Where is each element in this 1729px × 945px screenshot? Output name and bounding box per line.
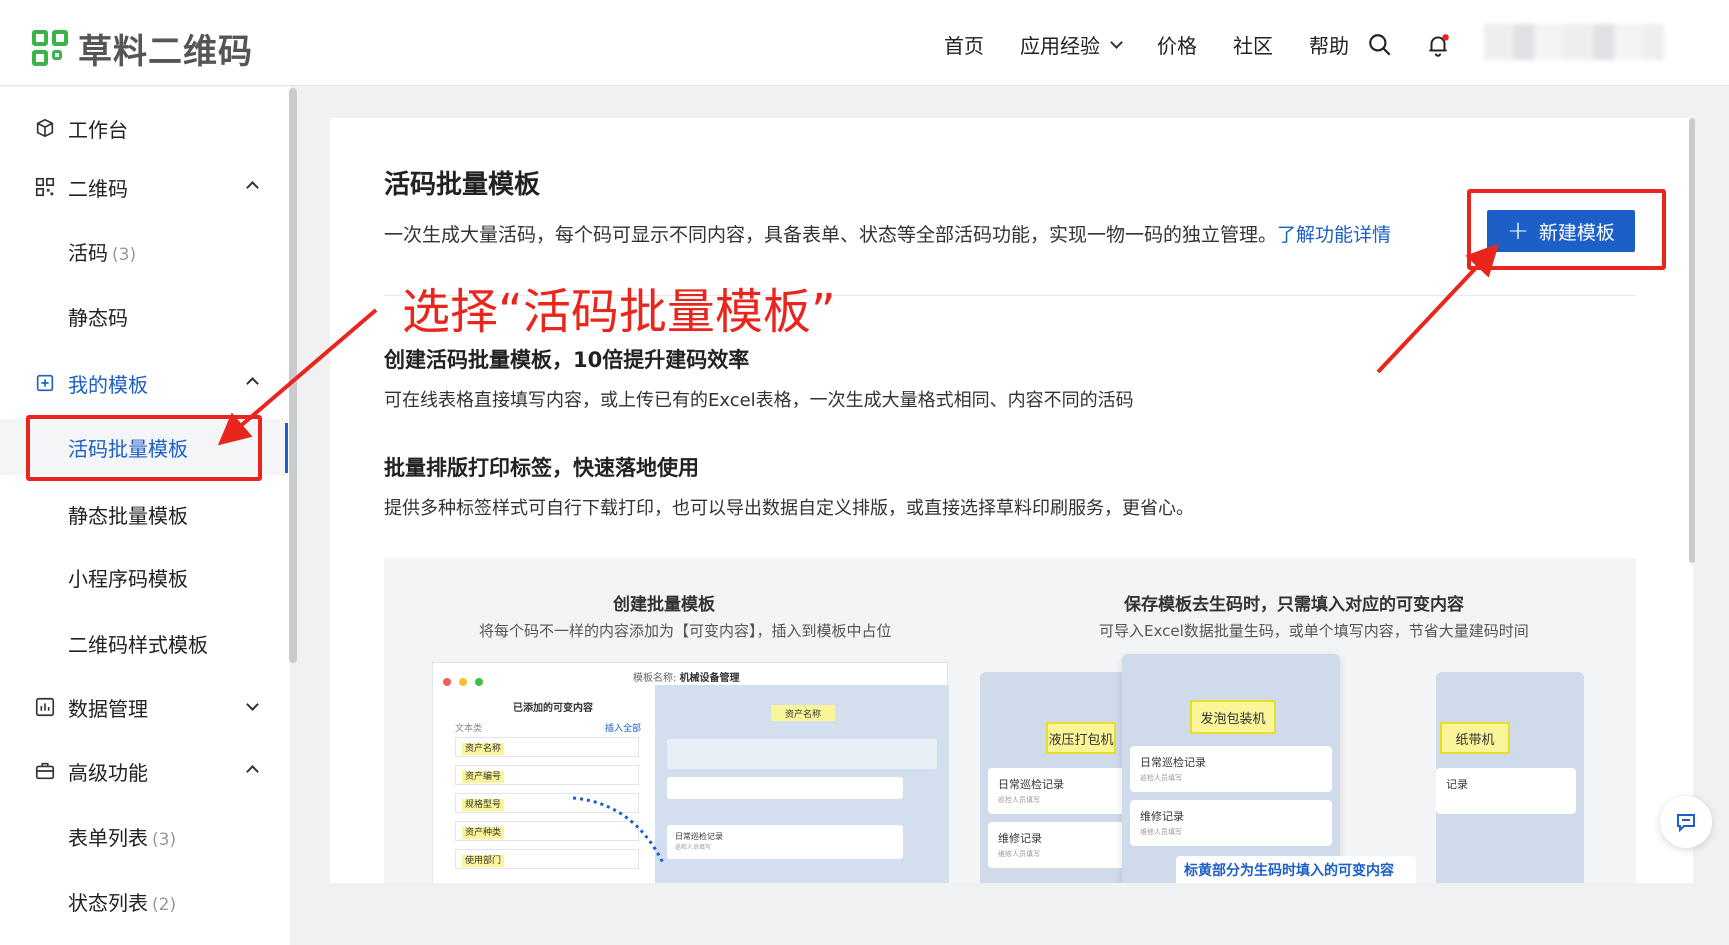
annotation-arrows — [217, 243, 1499, 446]
